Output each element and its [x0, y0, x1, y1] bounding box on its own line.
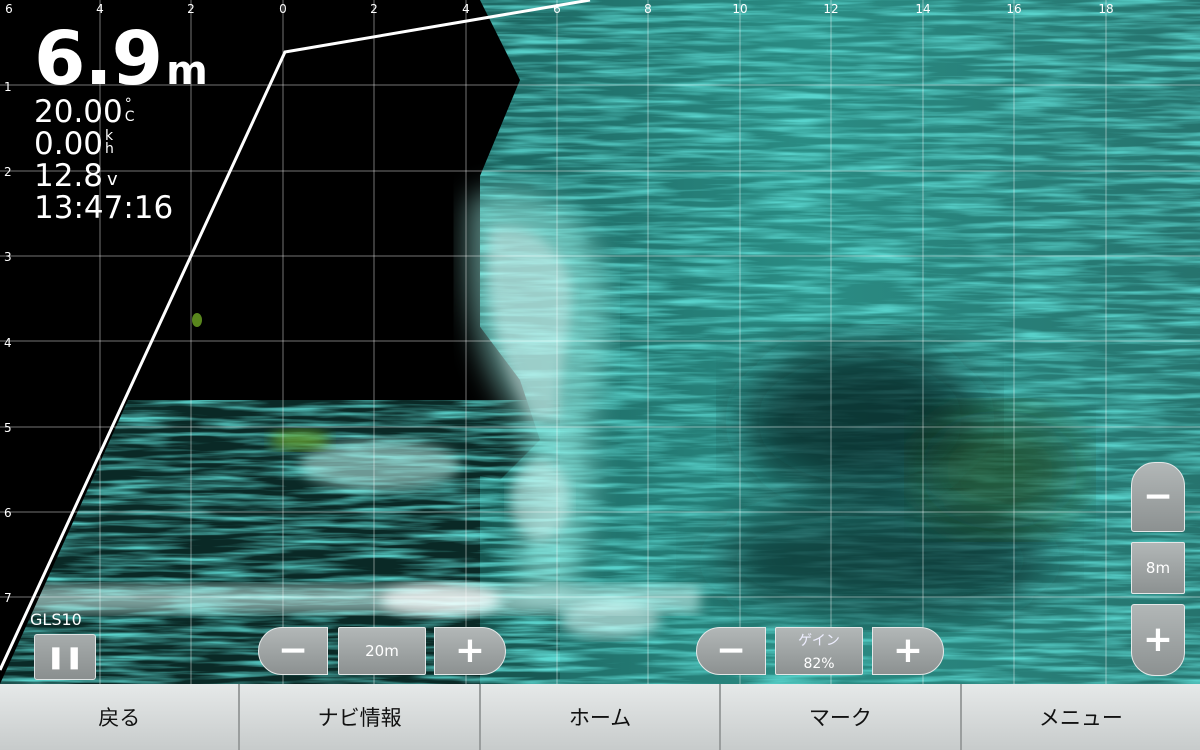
speed-unit-bottom: h [105, 141, 114, 157]
depth-readout: 6.9 m [34, 22, 208, 96]
minus-icon: − [277, 630, 309, 671]
clock-readout: 13:47:16 [34, 192, 208, 224]
depth-value: 6.9 [34, 16, 163, 102]
range-plus-button[interactable]: + [434, 627, 506, 675]
top-scale-label: 4 [96, 2, 104, 16]
water-temp-readout: 20.00 ° C [34, 96, 208, 128]
bottom-nav-bar: 戻る ナビ情報 ホーム マーク メニュー [0, 684, 1200, 750]
zoom-value: 8m [1145, 559, 1171, 577]
voltage-value: 12.8 [34, 158, 104, 194]
top-scale-label: 0 [279, 2, 287, 16]
data-readout: 6.9 m 20.00 ° C 0.00 k h 12.8 v 13:47:16 [34, 22, 208, 224]
zoom-value-box[interactable]: 8m [1131, 542, 1185, 594]
minus-icon: − [715, 630, 747, 671]
top-scale-label: 6 [553, 2, 561, 16]
voltage-unit: v [107, 169, 118, 190]
depth-scale-label: 2 [4, 165, 12, 179]
depth-scale-label: 3 [4, 250, 12, 264]
sonar-view[interactable]: 6 4 2 0 2 4 6 8 10 12 14 16 18 1 2 3 4 5… [0, 0, 1200, 684]
back-button[interactable]: 戻る [0, 684, 241, 750]
pause-icon: ❚❚ [46, 644, 84, 670]
gain-value-box[interactable]: ゲイン 82% [775, 627, 863, 675]
depth-scale-label: 7 [4, 591, 12, 605]
range-value-box[interactable]: 20m [338, 627, 426, 675]
plus-icon: + [1142, 619, 1174, 660]
depth-scale-label: 5 [4, 421, 12, 435]
range-minus-button[interactable]: − [258, 627, 328, 675]
top-scale-label: 8 [644, 2, 652, 16]
gain-label: ゲイン [798, 633, 840, 649]
top-scale-label: 14 [915, 2, 931, 16]
clock-value: 13:47:16 [34, 190, 174, 226]
gain-plus-button[interactable]: + [872, 627, 944, 675]
top-scale-label: 2 [187, 2, 195, 16]
top-scale-label: 6 [5, 2, 13, 16]
plus-icon: + [892, 630, 924, 671]
depth-scale-label: 4 [4, 336, 12, 350]
range-value: 20m [365, 642, 399, 660]
speed-value: 0.00 [34, 126, 104, 162]
depth-unit: m [166, 48, 208, 94]
top-scale-label: 16 [1006, 2, 1022, 16]
zoom-plus-button[interactable]: + [1131, 604, 1185, 676]
home-button[interactable]: ホーム [480, 684, 722, 750]
voltage-readout: 12.8 v [34, 160, 208, 192]
depth-scale-label: 1 [4, 80, 12, 94]
navi-info-button[interactable]: ナビ情報 [240, 684, 481, 750]
gain-value: 82% [803, 656, 835, 672]
top-scale-label: 4 [462, 2, 470, 16]
menu-button[interactable]: メニュー [961, 684, 1200, 750]
top-scale-label: 18 [1098, 2, 1114, 16]
depth-scale-label: 6 [4, 506, 12, 520]
water-temp-unit-bottom: C [124, 109, 135, 125]
mark-button[interactable]: マーク [721, 684, 962, 750]
speed-readout: 0.00 k h [34, 128, 208, 160]
pause-button[interactable]: ❚❚ [34, 634, 96, 680]
water-temp-value: 20.00 [34, 94, 123, 130]
transducer-label: GLS10 [30, 610, 82, 629]
top-scale-label: 12 [823, 2, 839, 16]
plus-icon: + [454, 630, 486, 671]
gain-minus-button[interactable]: − [696, 627, 766, 675]
top-scale-label: 10 [732, 2, 748, 16]
minus-icon: − [1142, 476, 1174, 517]
zoom-minus-button[interactable]: − [1131, 462, 1185, 532]
top-scale-label: 2 [370, 2, 378, 16]
